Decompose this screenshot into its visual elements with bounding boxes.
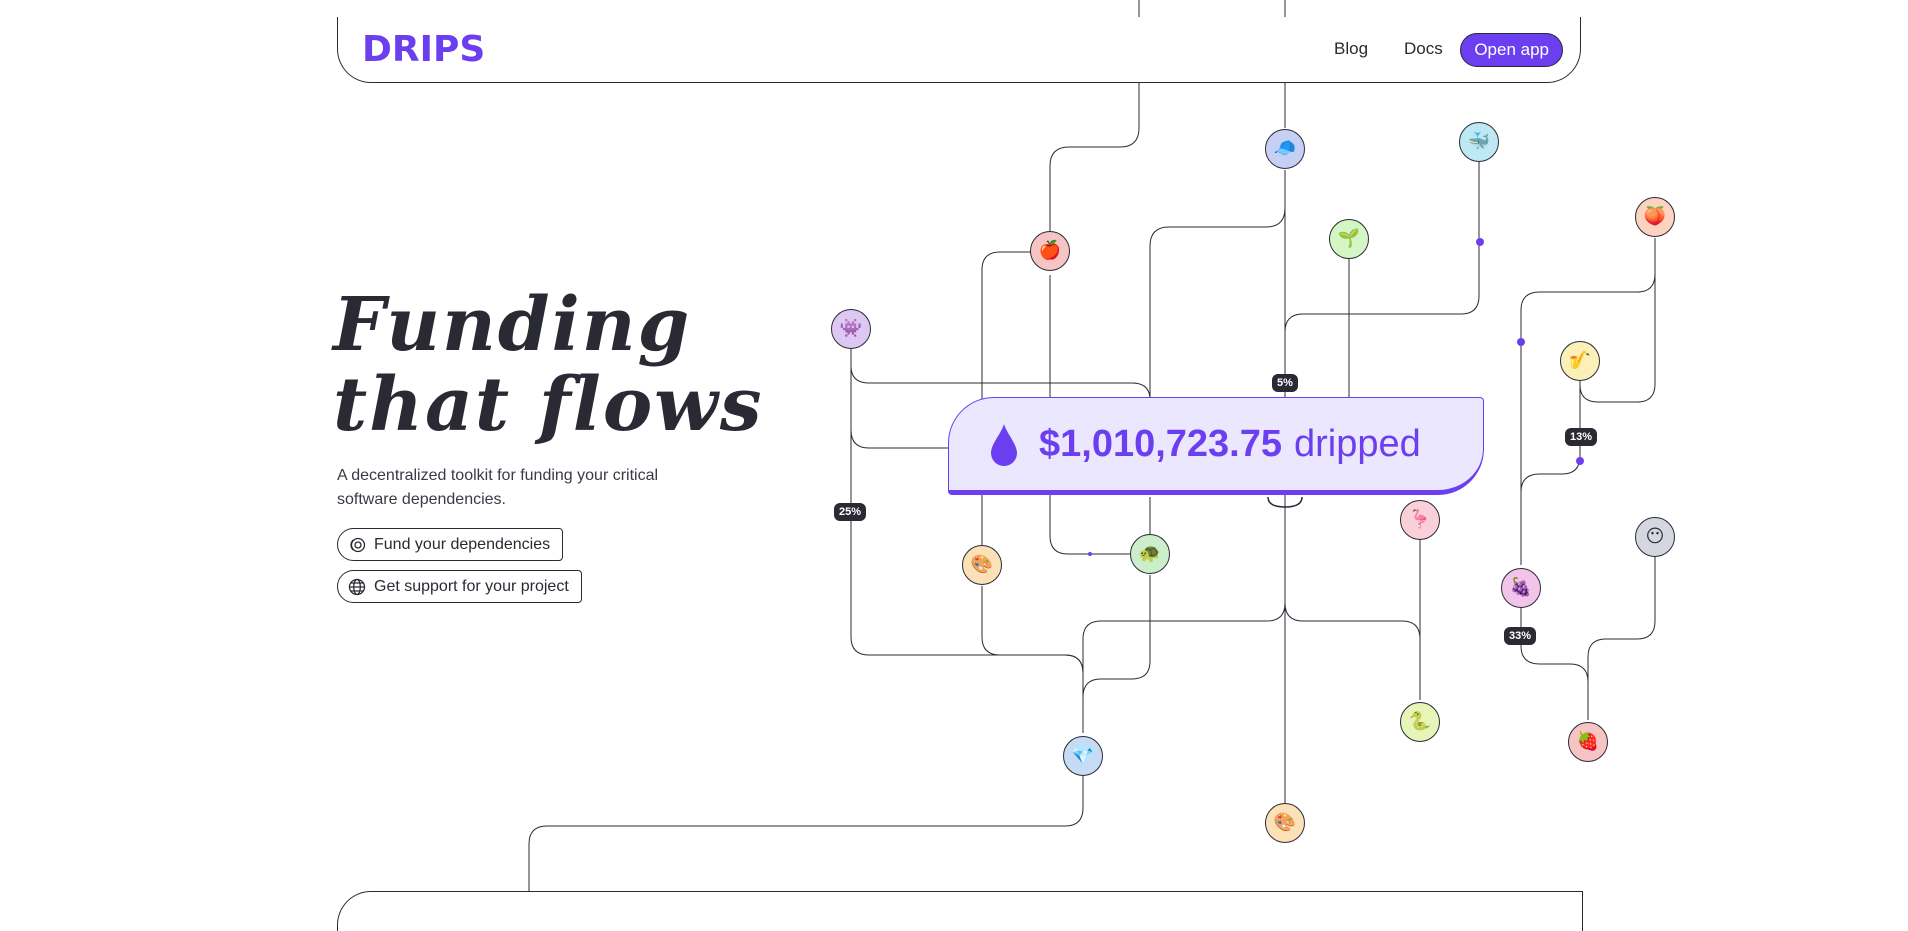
hero-title: Funding that flows [333, 285, 764, 445]
project-node-palette-bottom[interactable]: 🎨 [1265, 803, 1305, 843]
hero-subtitle: A decentralized toolkit for funding your… [337, 467, 659, 508]
peach-icon: 🍑 [1643, 206, 1667, 227]
project-node-flamingo[interactable]: 🦩 [1400, 500, 1440, 540]
snake-icon: 🐍 [1408, 711, 1432, 732]
get-support-label: Get support for your project [374, 577, 569, 595]
split-badge-25: 25% [834, 503, 867, 521]
face-icon: 😶 [1645, 526, 1665, 547]
project-node-seedling[interactable]: 🌱 [1329, 219, 1369, 259]
palette-icon: 🎨 [1273, 812, 1297, 833]
project-node-saxophone[interactable]: 🎷 [1560, 341, 1600, 381]
project-node-strawberry[interactable]: 🍓 [1568, 722, 1608, 762]
hero-title-line-2: that flows [333, 362, 764, 448]
project-node-whale[interactable]: 🐳 [1459, 122, 1499, 162]
flow-dot [1476, 238, 1484, 246]
flow-dot [1088, 552, 1092, 556]
project-node-grapes[interactable]: 🍇 [1501, 568, 1541, 608]
turtle-icon: 🐢 [1138, 543, 1162, 564]
bottom-card [337, 891, 1583, 931]
strawberry-icon: 🍓 [1576, 731, 1600, 752]
palette-icon: 🎨 [970, 554, 994, 575]
get-support-button[interactable]: Get support for your project [337, 570, 582, 603]
fund-dependencies-label: Fund your dependencies [374, 535, 551, 553]
project-node-alien[interactable]: 👾 [831, 309, 871, 349]
flamingo-icon: 🦩 [1408, 509, 1432, 530]
gem-icon: 💎 [1071, 745, 1095, 766]
site-header: DRIPS Blog Docs Open app [337, 17, 1581, 83]
globe-icon [348, 578, 366, 595]
open-app-button[interactable]: Open app [1460, 33, 1563, 67]
project-node-gem[interactable]: 💎 [1063, 736, 1103, 776]
nav-docs-link[interactable]: Docs [1404, 39, 1443, 59]
split-badge-5: 5% [1272, 374, 1298, 392]
seedling-icon: 🌱 [1337, 228, 1361, 249]
cap-icon: 🧢 [1273, 138, 1297, 159]
project-node-snake[interactable]: 🐍 [1400, 702, 1440, 742]
split-badge-33: 33% [1504, 627, 1537, 645]
project-node-palette[interactable]: 🎨 [962, 545, 1002, 585]
nav-blog-link[interactable]: Blog [1334, 39, 1368, 59]
saxophone-icon: 🎷 [1568, 350, 1592, 371]
split-badge-13: 13% [1565, 428, 1598, 446]
apple-icon: 🍎 [1038, 240, 1062, 261]
flow-dot [1576, 457, 1584, 465]
alien-icon: 👾 [839, 318, 863, 339]
fund-dependencies-button[interactable]: Fund your dependencies [337, 528, 564, 561]
flow-dot [1517, 338, 1525, 346]
project-node-cap[interactable]: 🧢 [1265, 129, 1305, 169]
project-node-turtle[interactable]: 🐢 [1130, 534, 1170, 574]
project-node-face[interactable]: 😶 [1635, 517, 1675, 557]
dripped-amount: $1,010,723.75 [1039, 422, 1283, 465]
dripped-counter: $1,010,723.75 dripped [948, 397, 1484, 495]
dripped-suffix: dripped [1294, 422, 1421, 465]
grapes-icon: 🍇 [1509, 577, 1533, 598]
drop-icon [991, 424, 1017, 466]
coins-icon [350, 537, 366, 552]
drips-logo[interactable]: DRIPS [362, 29, 485, 70]
hero-title-line-1: Funding [333, 282, 692, 368]
project-node-peach[interactable]: 🍑 [1635, 197, 1675, 237]
whale-icon: 🐳 [1467, 131, 1491, 152]
project-node-apple[interactable]: 🍎 [1030, 231, 1070, 271]
